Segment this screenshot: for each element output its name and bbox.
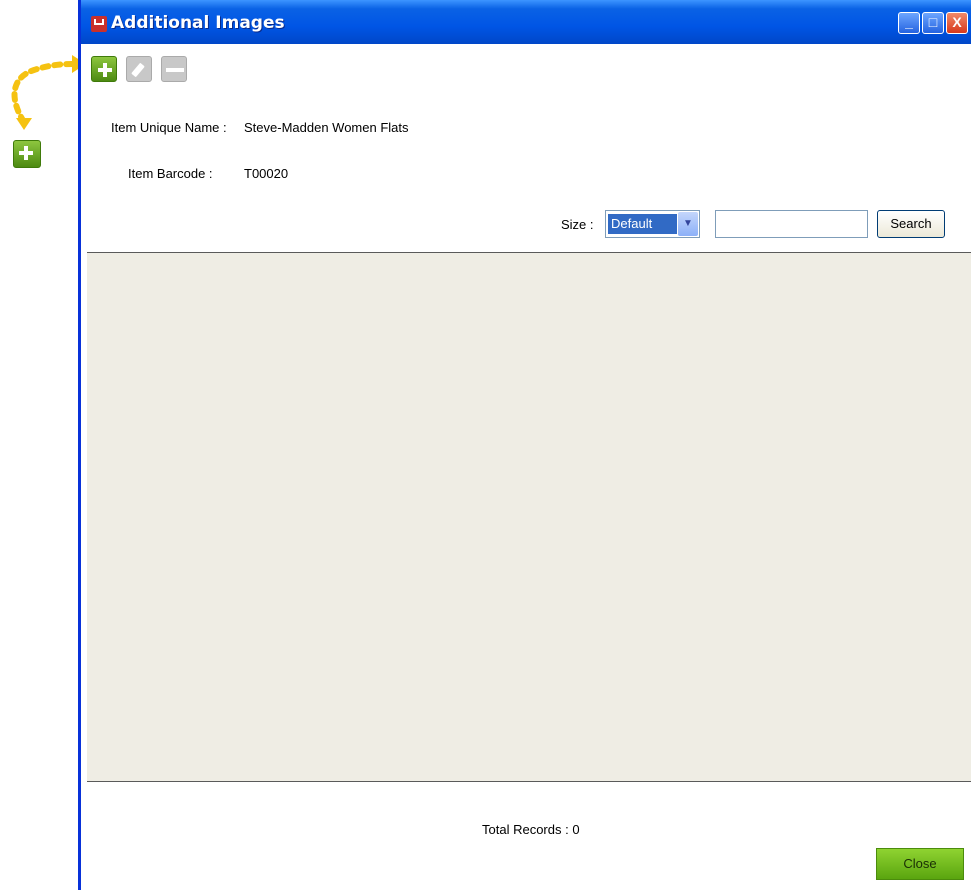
minus-icon xyxy=(166,68,184,72)
item-unique-name-value: Steve-Madden Women Flats xyxy=(244,120,409,135)
title-bar[interactable]: Additional Images _ □ X xyxy=(81,0,971,44)
search-button[interactable]: Search xyxy=(877,210,945,238)
close-button[interactable]: Close xyxy=(876,848,964,880)
window-title: Additional Images xyxy=(111,13,285,33)
item-barcode-label: Item Barcode : xyxy=(128,166,213,181)
size-selected-value: Default xyxy=(608,214,677,234)
total-records: Total Records : 0 xyxy=(482,822,580,837)
add-image-button[interactable] xyxy=(91,56,117,82)
item-barcode-value: T00020 xyxy=(244,166,289,181)
images-grid[interactable] xyxy=(87,252,971,782)
maximize-button[interactable]: □ xyxy=(922,12,944,34)
minimize-button[interactable]: _ xyxy=(898,12,920,34)
chevron-down-icon[interactable]: ▼ xyxy=(678,212,698,236)
additional-images-window: Additional Images _ □ X Item Unique Name… xyxy=(78,0,971,890)
window-content: Item Unique Name : Steve-Madden Women Fl… xyxy=(81,44,971,890)
cart-icon xyxy=(91,16,107,32)
size-label: Size : xyxy=(561,217,594,232)
item-unique-name-label: Item Unique Name : xyxy=(111,120,227,135)
edit-image-button[interactable] xyxy=(126,56,152,82)
size-dropdown[interactable]: Default ▼ xyxy=(605,210,700,238)
search-input[interactable] xyxy=(715,210,868,238)
callout-add-icon xyxy=(13,140,41,168)
close-window-button[interactable]: X xyxy=(946,12,968,34)
delete-image-button[interactable] xyxy=(161,56,187,82)
callout-arrow xyxy=(11,55,86,130)
pencil-icon xyxy=(131,62,145,78)
